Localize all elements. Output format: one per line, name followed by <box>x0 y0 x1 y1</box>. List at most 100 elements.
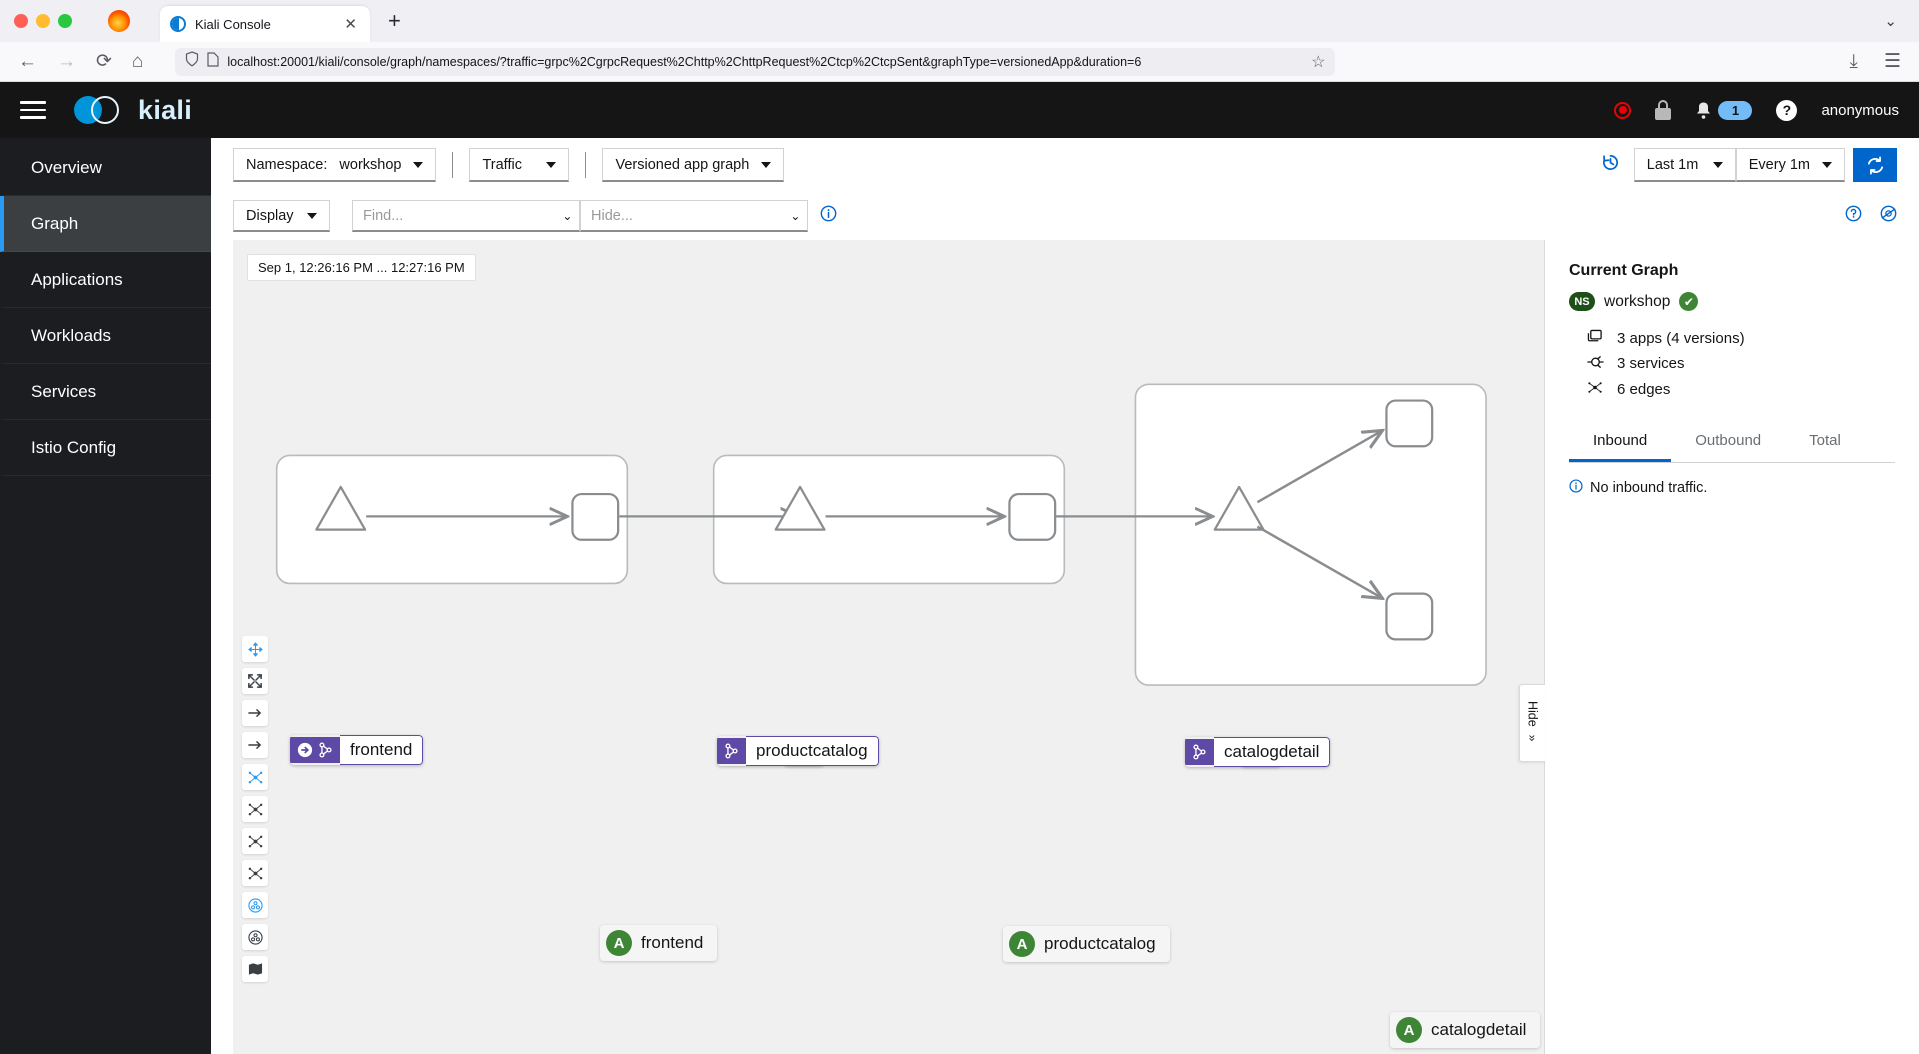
chevron-down-icon[interactable]: ⌄ <box>1884 12 1897 30</box>
chevron-down-icon <box>546 161 557 168</box>
sidebar-item-services[interactable]: Services <box>0 364 211 420</box>
gateway-arrow-icon <box>297 742 313 758</box>
cluster-box-icon[interactable] <box>242 924 268 950</box>
drag-pan-icon[interactable] <box>242 636 268 662</box>
apps-icon <box>1586 329 1604 347</box>
layout-grid-icon[interactable] <box>242 796 268 822</box>
find-hide-info-icon[interactable] <box>820 205 837 227</box>
graph-type-selector[interactable]: Versioned app graph <box>602 148 785 182</box>
maximize-window-button[interactable] <box>58 14 72 28</box>
new-tab-button[interactable]: + <box>388 8 401 34</box>
help-icon[interactable]: ? <box>1776 99 1798 121</box>
forward-button[interactable]: → <box>57 52 76 71</box>
home-button[interactable]: ⌂ <box>132 52 143 71</box>
arrow-right-alt-icon[interactable] <box>242 732 268 758</box>
chevron-down-icon <box>1822 161 1832 168</box>
badge-icons <box>290 737 340 763</box>
browser-menu-icon[interactable]: ☰ <box>1884 52 1901 71</box>
window-controls[interactable] <box>0 14 72 28</box>
arrow-right-icon[interactable] <box>242 700 268 726</box>
layout-cola-icon[interactable] <box>242 828 268 854</box>
kiali-masthead: kiali 1 ? anonymous <box>0 82 1919 138</box>
record-dot-icon[interactable] <box>1614 101 1632 119</box>
node-badge-frontend[interactable]: frontend <box>290 735 424 765</box>
hide-panel-label: Hide <box>1525 700 1540 727</box>
reload-button[interactable]: ⟳ <box>96 52 112 71</box>
graph-toolbar-primary: Namespace: workshop Traffic Versioned ap… <box>211 138 1919 192</box>
node-badge-catalogdetail[interactable]: catalogdetail <box>1185 737 1331 767</box>
graph-help-icon[interactable] <box>1845 205 1862 227</box>
traffic-label: Traffic <box>482 156 522 173</box>
sidebar-item-graph[interactable]: Graph <box>0 196 211 252</box>
duration-selector[interactable]: Last 1m <box>1633 148 1736 182</box>
node-badge-productcatalog[interactable]: productcatalog <box>717 736 879 766</box>
display-menu-button[interactable]: Display <box>233 200 330 232</box>
panel-namespace-row: NS workshop ✔ <box>1569 292 1895 311</box>
node-label-catalogdetail: catalogdetail <box>1214 737 1331 767</box>
browser-tab[interactable]: Kiali Console ✕ <box>160 6 370 42</box>
graph-type-label: Versioned app graph <box>615 156 750 173</box>
refresh-button[interactable] <box>1853 148 1897 182</box>
user-menu[interactable]: anonymous <box>1821 102 1899 119</box>
url-text: localhost:20001/kiali/console/graph/name… <box>227 54 1142 69</box>
legend-map-icon[interactable] <box>242 956 268 982</box>
hide-dropdown-icon[interactable]: ⌄ <box>784 209 807 223</box>
bookmark-star-icon[interactable]: ☆ <box>1311 52 1325 72</box>
namespace-value: workshop <box>339 156 402 173</box>
namespace-label: Namespace: <box>246 156 328 173</box>
history-icon[interactable] <box>1601 153 1620 177</box>
health-ok-icon: ✔ <box>1679 292 1699 311</box>
info-circle-icon <box>1569 479 1583 496</box>
brand-text: kiali <box>138 94 193 125</box>
panel-empty-text: No inbound traffic. <box>1590 479 1708 496</box>
minimize-window-button[interactable] <box>36 14 50 28</box>
hide-panel-button[interactable]: Hide » <box>1519 684 1545 762</box>
sidebar-item-workloads[interactable]: Workloads <box>0 308 211 364</box>
hide-input[interactable] <box>581 207 784 224</box>
downloads-icon[interactable]: ⤓ <box>1850 52 1858 71</box>
close-window-button[interactable] <box>14 14 28 28</box>
sidebar-item-label: Workloads <box>31 325 111 345</box>
find-dropdown-icon[interactable]: ⌄ <box>556 209 579 223</box>
refresh-interval-selector[interactable]: Every 1m <box>1735 148 1845 182</box>
tab-label: Inbound <box>1593 432 1648 449</box>
namespace-selector[interactable]: Namespace: workshop <box>233 148 437 182</box>
lock-icon[interactable] <box>1655 100 1672 120</box>
kiali-brand[interactable]: kiali <box>74 94 192 126</box>
sidebar-item-applications[interactable]: Applications <box>0 252 211 308</box>
back-button[interactable]: ← <box>18 52 37 71</box>
browser-navbar: ← → ⟳ ⌂ localhost:20001/kiali/console/gr… <box>0 42 1919 82</box>
shield-icon[interactable] <box>185 51 199 72</box>
namespace-box-icon[interactable] <box>242 892 268 918</box>
find-input[interactable] <box>353 207 556 224</box>
chevron-down-icon <box>761 161 772 168</box>
notifications-button[interactable]: 1 <box>1695 100 1753 120</box>
tab-inbound[interactable]: Inbound <box>1569 422 1672 462</box>
layout-dagre-icon[interactable] <box>242 764 268 790</box>
graph-toolbar-secondary: Display ⌄ ⌄ <box>211 192 1919 240</box>
page-info-icon[interactable] <box>207 51 220 72</box>
fit-screen-icon[interactable] <box>242 668 268 694</box>
app-label-frontend[interactable]: A frontend <box>600 925 718 961</box>
sidebar-item-overview[interactable]: Overview <box>0 140 211 196</box>
app-label-catalogdetail[interactable]: A catalogdetail <box>1390 1012 1541 1048</box>
tab-outbound[interactable]: Outbound <box>1671 422 1785 462</box>
graph-canvas[interactable]: Sep 1, 12:26:16 PM ... 12:27:16 PM front… <box>233 240 1545 1054</box>
url-bar[interactable]: localhost:20001/kiali/console/graph/name… <box>175 47 1336 76</box>
app-label-productcatalog[interactable]: A productcatalog <box>1003 926 1170 962</box>
notification-count: 1 <box>1718 100 1753 120</box>
layout-concentric-icon[interactable] <box>242 860 268 886</box>
tab-total[interactable]: Total <box>1785 422 1865 462</box>
graph-topology-svg <box>275 383 1487 686</box>
tab-label: Outbound <box>1695 432 1762 449</box>
close-tab-icon[interactable]: ✕ <box>341 15 360 33</box>
sidebar-item-istio-config[interactable]: Istio Config <box>0 420 211 476</box>
chevron-down-icon <box>307 212 317 219</box>
hide-field[interactable]: ⌄ <box>580 200 808 232</box>
graph-legend-icon[interactable] <box>1880 205 1897 227</box>
app-label-text: productcatalog <box>1044 934 1156 953</box>
chevron-right-double-icon: » <box>1525 735 1540 742</box>
traffic-selector[interactable]: Traffic <box>469 148 570 182</box>
nav-toggle-button[interactable] <box>20 101 46 119</box>
find-field[interactable]: ⌄ <box>352 200 580 232</box>
